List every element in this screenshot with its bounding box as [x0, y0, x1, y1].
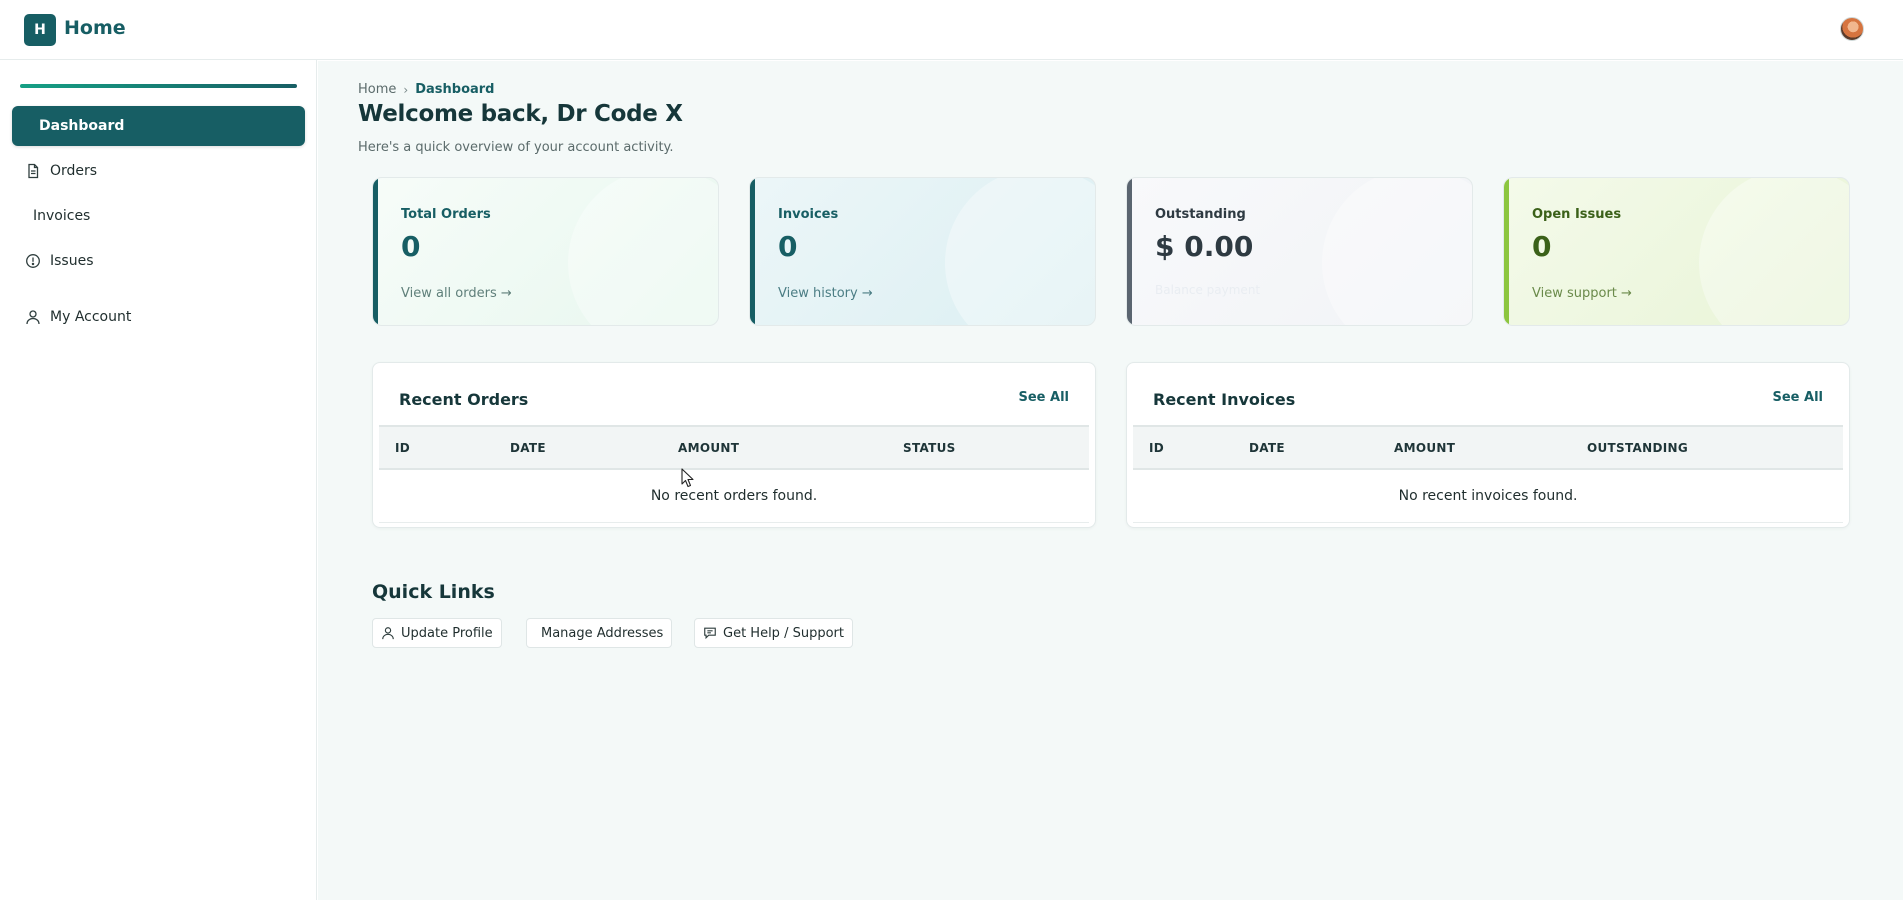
top-bar: H Home [0, 0, 1903, 60]
card-accent-bar [750, 178, 755, 325]
stat-card-total-orders: Total Orders 0 View all orders → [372, 177, 719, 326]
table-header: ID DATE AMOUNT STATUS [379, 425, 1089, 470]
sidebar-item-dashboard[interactable]: Dashboard [12, 106, 305, 146]
column-header-outstanding: OUTSTANDING [1587, 441, 1688, 455]
user-avatar[interactable] [1840, 17, 1864, 41]
column-header-id: ID [395, 441, 411, 455]
view-support-link[interactable]: View support → [1532, 286, 1632, 301]
alert-circle-icon [24, 252, 42, 270]
card-decoration [945, 178, 1095, 325]
column-header-date: DATE [1249, 441, 1285, 455]
sidebar-item-label: Orders [50, 163, 98, 179]
chevron-right-icon: › [403, 82, 409, 97]
empty-state-text: No recent invoices found. [1398, 488, 1578, 504]
stat-value: 0 [1532, 230, 1552, 263]
sidebar-item-issues[interactable]: Issues [12, 241, 305, 281]
stat-value: $ 0.00 [1155, 230, 1254, 263]
chat-icon [704, 627, 716, 640]
card-accent-bar [373, 178, 378, 325]
button-label: Manage Addresses [541, 625, 664, 641]
sidebar-item-label: Issues [50, 253, 94, 269]
get-help-support-button[interactable]: Get Help / Support [694, 618, 853, 648]
page-title: Welcome back, Dr Code X [358, 101, 683, 127]
quick-links-title: Quick Links [372, 581, 495, 603]
stat-value: 0 [401, 230, 421, 263]
card-accent-bar [1504, 178, 1509, 325]
breadcrumb-home[interactable]: Home [358, 82, 396, 97]
card-accent-bar [1127, 178, 1132, 325]
sidebar-item-invoices[interactable]: Invoices [12, 196, 305, 236]
stat-value: 0 [778, 230, 798, 263]
stat-card-outstanding: Outstanding $ 0.00 Balance payment [1126, 177, 1473, 326]
sidebar-item-label: Invoices [33, 208, 91, 224]
manage-addresses-button[interactable]: Manage Addresses [526, 618, 673, 648]
sidebar-item-label: My Account [50, 309, 132, 325]
see-all-invoices-button[interactable]: See All [1773, 390, 1824, 405]
view-all-orders-link[interactable]: View all orders → [401, 286, 512, 301]
breadcrumb-current: Dashboard [415, 82, 495, 97]
user-icon [382, 627, 394, 640]
button-label: Update Profile [401, 625, 493, 641]
sidebar-item-my-account[interactable]: My Account [12, 297, 305, 337]
card-decoration [1699, 178, 1849, 325]
recent-invoices-panel: Recent Invoices See All ID DATE AMOUNT O… [1126, 362, 1850, 528]
update-profile-button[interactable]: Update Profile [372, 618, 502, 648]
table-header: ID DATE AMOUNT OUTSTANDING [1133, 425, 1843, 470]
breadcrumb: Home › Dashboard [358, 82, 495, 97]
stat-card-open-issues: Open Issues 0 View support → [1503, 177, 1850, 326]
column-header-amount: AMOUNT [1394, 441, 1456, 455]
card-decoration [1322, 178, 1472, 325]
app-title[interactable]: Home [64, 17, 126, 39]
column-header-status: STATUS [903, 441, 956, 455]
sidebar: Dashboard Orders Invoices Issues My Acco… [0, 60, 317, 900]
stat-label: Outstanding [1155, 207, 1246, 222]
main-content: Home › Dashboard Welcome back, Dr Code X… [318, 61, 1903, 900]
page-subtitle: Here's a quick overview of your account … [358, 140, 674, 155]
see-all-orders-button[interactable]: See All [1019, 390, 1070, 405]
view-history-link[interactable]: View history → [778, 286, 873, 301]
stat-label: Invoices [778, 207, 839, 222]
column-header-amount: AMOUNT [678, 441, 740, 455]
sidebar-progress-bar [20, 84, 297, 88]
stat-label: Total Orders [401, 207, 491, 222]
panel-title: Recent Orders [399, 390, 529, 409]
stat-label: Open Issues [1532, 207, 1622, 222]
column-header-id: ID [1149, 441, 1165, 455]
user-icon [24, 308, 42, 326]
stat-card-invoices: Invoices 0 View history → [749, 177, 1096, 326]
sidebar-item-label: Dashboard [39, 118, 125, 134]
recent-orders-panel: Recent Orders See All ID DATE AMOUNT STA… [372, 362, 1096, 528]
panel-title: Recent Invoices [1153, 390, 1296, 409]
balance-payment-link[interactable]: Balance payment [1155, 283, 1260, 297]
mouse-cursor-icon [681, 468, 694, 488]
divider [1133, 522, 1843, 523]
button-label: Get Help / Support [723, 625, 844, 641]
sidebar-item-orders[interactable]: Orders [12, 151, 305, 191]
divider [379, 522, 1089, 523]
logo-icon[interactable]: H [24, 14, 56, 46]
document-icon [24, 162, 42, 180]
empty-state-text: No recent orders found. [650, 488, 818, 504]
column-header-date: DATE [510, 441, 546, 455]
card-decoration [568, 178, 718, 325]
